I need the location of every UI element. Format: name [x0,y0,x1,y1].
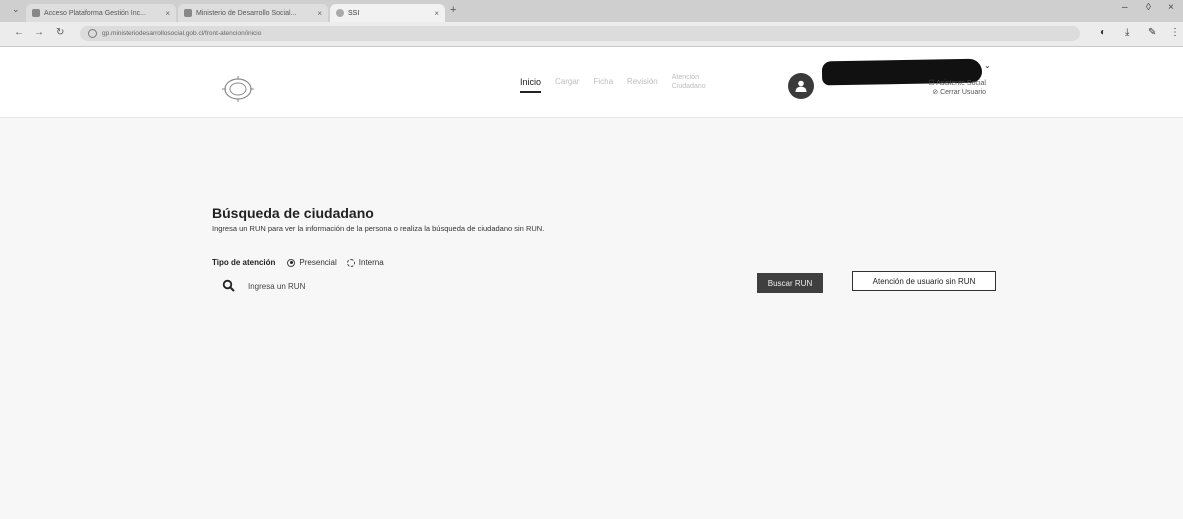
search-run-button[interactable]: Buscar RUN [757,273,823,293]
nav-item-label: Ciudadano [671,83,706,90]
nav-item-inicio[interactable]: Inicio [520,77,542,93]
reload-icon[interactable]: ↻ [56,27,64,38]
user-role-label: Asistente Social [936,80,986,87]
search-icon [222,279,235,292]
browser-toolbar: ← → ↻ gp.ministeriodesarrollosocial.gob.… [0,22,1183,47]
run-search-row: Buscar RUN Atención de usuario sin RUN [212,271,1002,297]
radio-label: Presencial [299,258,337,267]
avatar[interactable] [788,73,814,99]
radio-checked-icon[interactable] [287,258,296,267]
forward-icon[interactable]: → [34,27,44,38]
back-icon[interactable]: ← [14,27,24,38]
extensions-puzzle-icon[interactable]: ✎ [1148,27,1156,38]
user-icon [795,80,807,92]
institution-logo [222,76,254,102]
nav-item-ficha[interactable]: Ficha [593,77,613,86]
run-search-input[interactable] [248,279,548,293]
close-icon[interactable]: × [161,9,170,18]
user-menu: ☐ Asistente Social ⊘ Cerrar Usuario [896,79,986,97]
radio-presencial[interactable]: Presencial [287,258,337,267]
attention-type-label: Tipo de atención [212,258,276,267]
tab-label: Ministerio de Desarrollo Social... [196,9,297,17]
browser-tab-bar: ⌄ Acceso Plataforma Gestión Inc... × Min… [0,0,1183,23]
close-icon[interactable]: × [430,9,439,18]
radio-interna[interactable]: Interna [346,258,384,267]
browser-tab[interactable]: Ministerio de Desarrollo Social... × [178,4,328,22]
extension-icon[interactable]: ◐ [1100,27,1106,38]
maximize-button[interactable]: ◊ [1146,2,1151,13]
chevron-down-icon[interactable]: ⌄ [984,61,991,70]
close-icon[interactable]: × [313,9,322,18]
logout-label: Cerrar Usuario [940,89,986,96]
tab-label: SSI [348,9,360,17]
page-title: Búsqueda de ciudadano [212,205,374,221]
download-icon[interactable]: ⤓ [1125,27,1129,38]
address-bar[interactable]: gp.ministeriodesarrollosocial.gob.cl/fro… [80,26,1080,41]
loading-icon [336,9,344,17]
user-role[interactable]: ☐ Asistente Social [896,79,986,88]
minimize-button[interactable]: – [1122,2,1128,13]
menu-icon[interactable]: ⋮ [1170,27,1180,38]
window-close-button[interactable]: × [1168,2,1174,13]
app-header: Inicio Cargar Ficha Revisión Atención Ci… [0,47,1183,118]
citizen-search-section: Búsqueda de ciudadano Ingresa un RUN par… [212,205,1002,293]
attention-type-group: Tipo de atención Presencial Interna [212,258,394,267]
page-subtitle: Ingresa un RUN para ver la información d… [212,224,545,233]
radio-label: Interna [358,258,384,267]
tab-search-icon[interactable]: ⌄ [12,4,20,15]
browser-tab[interactable]: Acceso Plataforma Gestión Inc... × [26,4,176,22]
site-info-icon[interactable] [88,29,97,38]
nav-item-cargar[interactable]: Cargar [555,77,579,86]
nav-item-revision[interactable]: Revisión [627,77,658,86]
no-run-attention-button[interactable]: Atención de usuario sin RUN [852,271,996,291]
logout-link[interactable]: ⊘ Cerrar Usuario [896,88,986,97]
browser-tab-active[interactable]: SSI × [330,4,445,22]
new-tab-button[interactable]: + [450,4,456,16]
main-nav: Inicio Cargar Ficha Revisión Atención Ci… [520,74,706,97]
nav-item-label: Atención [671,74,699,81]
address-text: gp.ministeriodesarrollosocial.gob.cl/fro… [102,30,262,37]
favicon-icon [184,9,192,17]
radio-unchecked-icon[interactable] [346,258,355,267]
favicon-icon [32,9,40,17]
nav-item-atencion[interactable]: Atención Ciudadano [672,73,706,91]
tab-label: Acceso Plataforma Gestión Inc... [44,9,146,17]
